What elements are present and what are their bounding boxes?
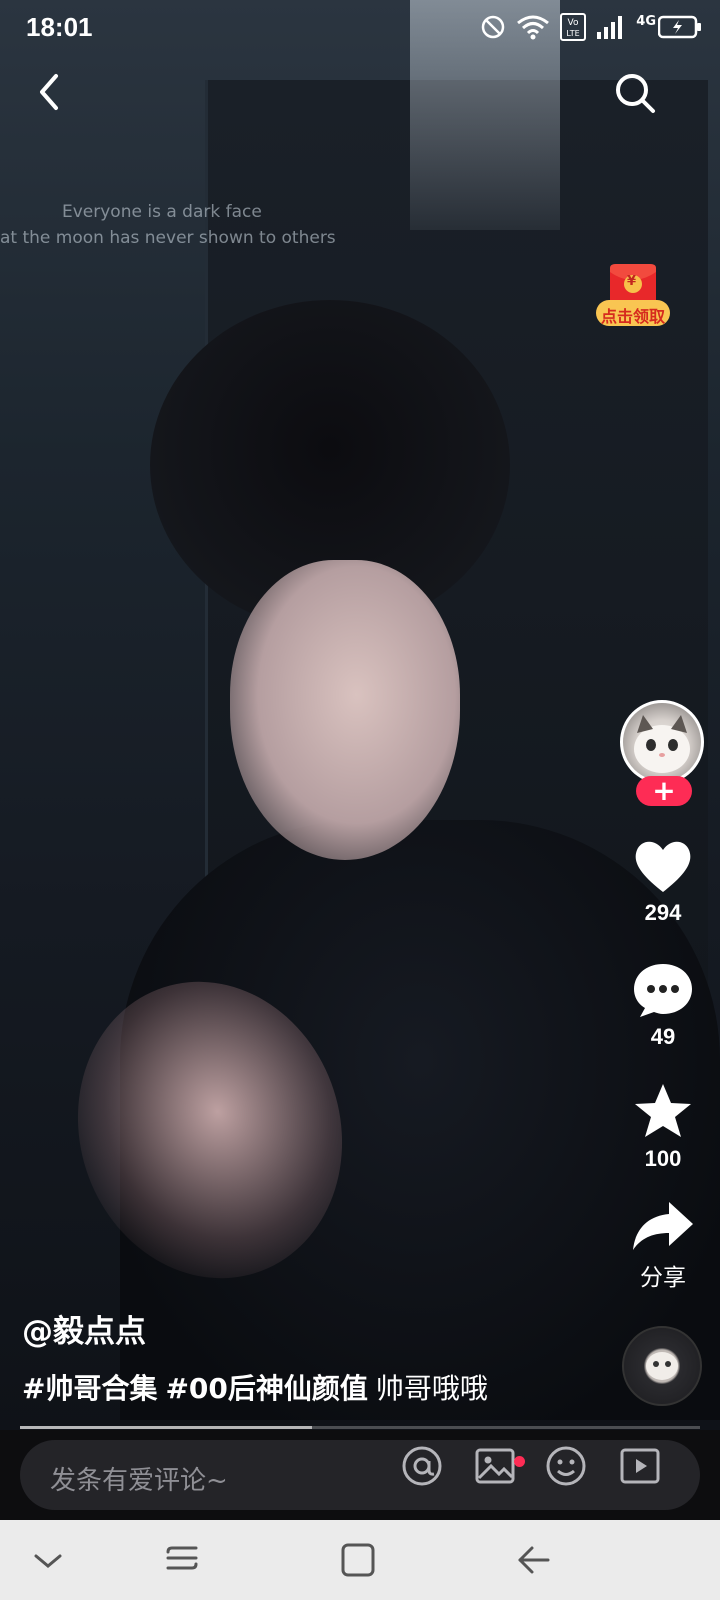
signal-icon: [597, 16, 623, 39]
hashtag-link[interactable]: #帅哥合集: [22, 1372, 157, 1405]
video-overlay-line-1: Everyone is a dark face: [62, 202, 262, 222]
video-progress-bar[interactable]: [20, 1426, 700, 1429]
video-feed-screen: Everyone is a dark face at the moon has …: [0, 0, 720, 1600]
video-progress-fill: [20, 1426, 313, 1429]
at-icon[interactable]: [400, 1444, 444, 1488]
back-arrow-icon[interactable]: [512, 1538, 556, 1582]
share-label: 分享: [640, 1265, 686, 1291]
follow-button[interactable]: +: [636, 776, 692, 806]
share-button[interactable]: 分享: [610, 1200, 716, 1292]
hide-nav-icon[interactable]: [26, 1538, 70, 1582]
red-packet-button[interactable]: ¥ 点击领取: [594, 262, 672, 332]
status-time: 18:01: [26, 12, 93, 42]
video-player[interactable]: Everyone is a dark face at the moon has …: [0, 0, 720, 1520]
recent-apps-icon[interactable]: [160, 1538, 204, 1582]
search-button[interactable]: [612, 70, 658, 116]
back-button[interactable]: [30, 70, 70, 114]
share-arrow-icon: [633, 1202, 693, 1250]
comment-bar: 发条有爱评论~: [0, 1430, 720, 1520]
emoji-icon[interactable]: [544, 1444, 588, 1488]
comment-count: 49: [650, 1024, 676, 1049]
battery-charging-icon: [658, 15, 701, 39]
comment-placeholder: 发条有爱评论~: [50, 1466, 228, 1496]
like-button[interactable]: 294: [610, 838, 716, 926]
author-avatar[interactable]: [620, 700, 704, 784]
red-packet-label: 点击领取: [600, 307, 665, 326]
notification-dot: [514, 1456, 525, 1467]
heart-icon: [635, 841, 691, 892]
status-icons: Vo LTE 4G: [480, 12, 702, 42]
red-packet-coin: ¥: [627, 274, 637, 289]
comment-icon: [634, 964, 692, 1017]
music-disc[interactable]: [622, 1326, 702, 1406]
post-caption: #帅哥合集 #00后神仙颜值 帅哥哦哦: [22, 1367, 488, 1407]
image-icon[interactable]: [473, 1444, 517, 1488]
dnd-off-icon: [482, 15, 505, 39]
video-overlay-line-2: at the moon has never shown to others: [0, 228, 336, 248]
svg-text:LTE: LTE: [567, 29, 580, 38]
plus-icon: +: [652, 774, 676, 807]
network-type: 4G: [636, 13, 656, 29]
home-icon[interactable]: [336, 1538, 380, 1582]
star-icon: [635, 1084, 691, 1137]
cat-avatar-image: [634, 715, 690, 773]
author-name[interactable]: @毅点点: [22, 1306, 146, 1351]
wifi-icon: [517, 15, 550, 40]
favorite-button[interactable]: 100: [610, 1082, 716, 1172]
system-nav-bar: [0, 1520, 720, 1600]
music-cover-icon: [646, 1352, 678, 1380]
video-icon[interactable]: [618, 1444, 662, 1488]
hashtag-link[interactable]: #00后神仙颜值: [165, 1372, 367, 1405]
favorite-count: 100: [644, 1146, 682, 1171]
comment-button[interactable]: 49: [610, 962, 716, 1050]
like-count: 294: [644, 900, 682, 925]
comment-input[interactable]: 发条有爱评论~: [20, 1440, 700, 1510]
status-bar: 18:01 Vo LTE 4G: [0, 0, 720, 56]
caption-text: 帅哥哦哦: [375, 1372, 488, 1405]
svg-text:Vo: Vo: [568, 18, 579, 28]
volte-icon: Vo LTE: [560, 13, 587, 41]
video-person-face: [230, 560, 460, 860]
